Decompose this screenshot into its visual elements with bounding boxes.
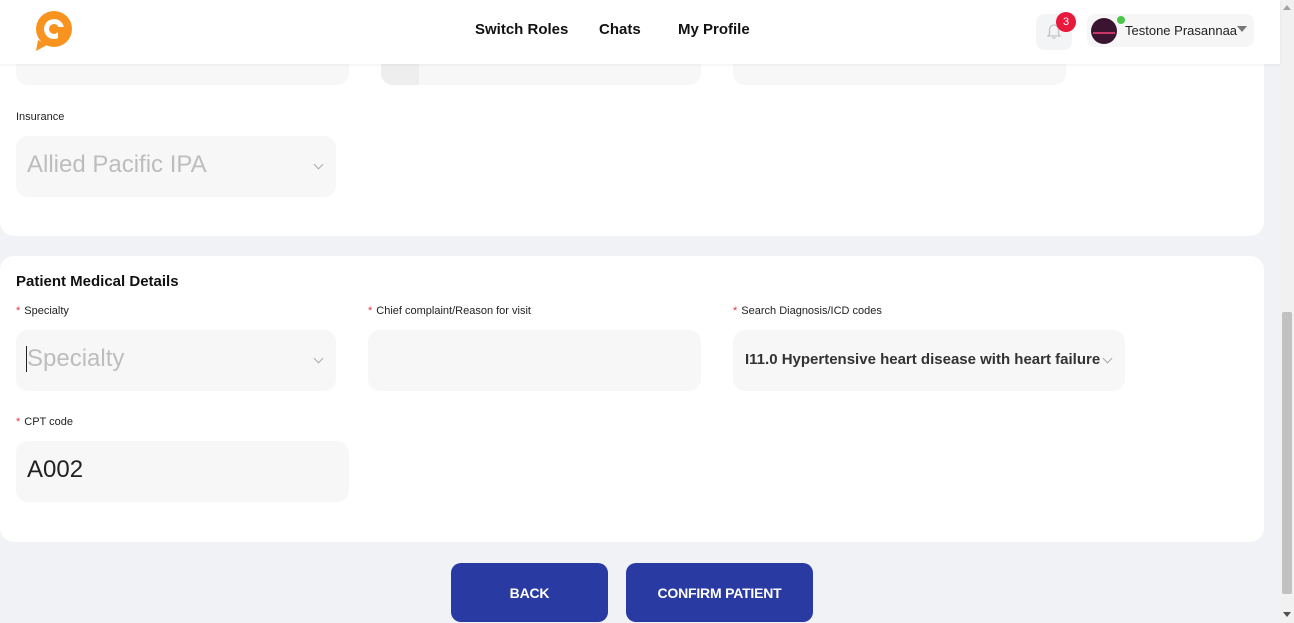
confirm-patient-button[interactable]: CONFIRM PATIENT (626, 563, 813, 622)
scrollbar-thumb[interactable] (1282, 312, 1292, 594)
top-header: Switch Roles Chats My Profile 3 Testone … (0, 0, 1280, 64)
specialty-select[interactable]: Specialty (16, 330, 336, 391)
nav-chats[interactable]: Chats (599, 21, 641, 38)
chevron-down-icon (1102, 353, 1113, 364)
notification-badge: 3 (1056, 12, 1076, 32)
complaint-input[interactable] (368, 330, 701, 391)
caret-down-icon[interactable] (1237, 26, 1247, 32)
specialty-label: * Specialty (16, 305, 69, 317)
chevron-down-icon (313, 159, 324, 170)
insurance-label: Insurance (16, 111, 65, 123)
complaint-label: * Chief complaint/Reason for visit (368, 305, 531, 317)
nav-switch-roles[interactable]: Switch Roles (475, 21, 568, 38)
diagnosis-select[interactable]: I11.0 Hypertensive heart disease with he… (733, 330, 1125, 391)
cpt-value: A002 (27, 456, 84, 483)
cpt-input[interactable]: A002 (16, 441, 349, 502)
insurance-value: Allied Pacific IPA (27, 151, 207, 178)
back-button[interactable]: BACK (451, 563, 608, 622)
scroll-down-arrow-icon[interactable] (1283, 612, 1291, 617)
nav-my-profile[interactable]: My Profile (678, 21, 750, 38)
chevron-down-icon (313, 353, 324, 364)
scroll-up-arrow-icon[interactable] (1283, 5, 1291, 10)
online-status-dot (1117, 16, 1125, 24)
text-cursor (26, 346, 27, 372)
logo-icon[interactable] (33, 10, 75, 52)
section-title: Patient Medical Details (16, 273, 179, 290)
user-name: Testone Prasannaa (1125, 23, 1238, 38)
specialty-placeholder: Specialty (27, 345, 125, 372)
avatar (1091, 18, 1117, 44)
diagnosis-label: * Search Diagnosis/ICD codes (733, 305, 882, 317)
insurance-select[interactable]: Allied Pacific IPA (16, 136, 336, 197)
cpt-label: * CPT code (16, 416, 73, 428)
diagnosis-value: I11.0 Hypertensive heart disease with he… (745, 351, 1101, 368)
